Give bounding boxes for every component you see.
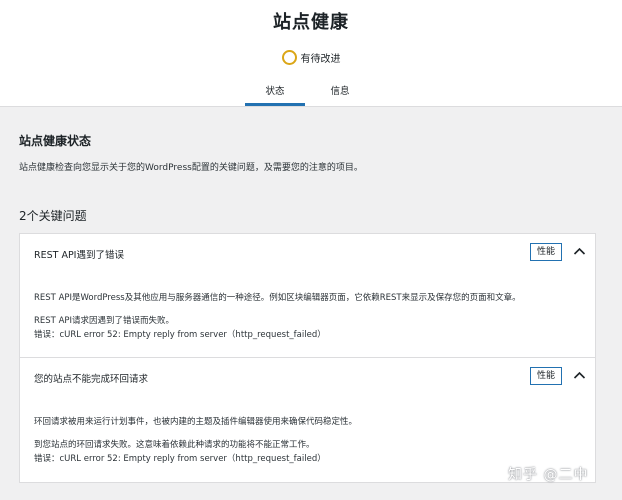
issues-count: 2个关键问题 (19, 209, 87, 223)
issue-title: REST API遇到了错误 (34, 250, 124, 261)
header: 站点健康 有待改进 状态 信息 (0, 0, 622, 107)
issue-title: 您的站点不能完成环回请求 (34, 374, 149, 385)
issue-failure-text: 到您站点的环回请求失败。这意味着依赖此种请求的功能将不能正常工作。 (34, 440, 315, 450)
tab-info[interactable]: 信息 (310, 83, 370, 106)
tab-status[interactable]: 状态 (245, 83, 305, 106)
tabs: 状态 信息 (0, 78, 622, 106)
section-description: 站点健康检查向您显示关于您的WordPress配置的关键问题，及需要您的注意的项… (19, 163, 363, 173)
issue-heading-button[interactable]: 您的站点不能完成环回请求 性能 (20, 358, 595, 394)
watermark: 知乎 @二中 (508, 467, 589, 483)
health-status: 有待改进 (0, 50, 622, 65)
category-badge: 性能 (530, 367, 563, 385)
issue-description: 环回请求被用来运行计划事件，也被内建的主题及插件编辑器使用来确保代码稳定性。 (34, 417, 358, 427)
chevron-up-icon[interactable] (573, 245, 586, 258)
chevron-up-icon[interactable] (573, 369, 586, 382)
issue-failure-text: REST API请求因遇到了错误而失败。 (34, 316, 175, 326)
issue-heading-button[interactable]: REST API遇到了错误 性能 (20, 234, 595, 270)
issue-error-text: 错误：cURL error 52: Empty reply from serve… (34, 330, 326, 340)
issue-panel: REST API遇到了错误 性能 REST API是WordPress及其他应用… (20, 234, 595, 358)
status-circle-icon (281, 50, 297, 65)
issue-error-text: 错误：cURL error 52: Empty reply from serve… (34, 454, 326, 464)
status-text: 有待改进 (300, 54, 341, 65)
category-badge: 性能 (530, 243, 563, 261)
page-title: 站点健康 (273, 12, 349, 33)
section-title: 站点健康状态 (19, 134, 92, 148)
issues-accordion: REST API遇到了错误 性能 REST API是WordPress及其他应用… (19, 233, 596, 483)
issue-description: REST API是WordPress及其他应用与服务器通信的一种途径。例如区块编… (34, 293, 521, 303)
